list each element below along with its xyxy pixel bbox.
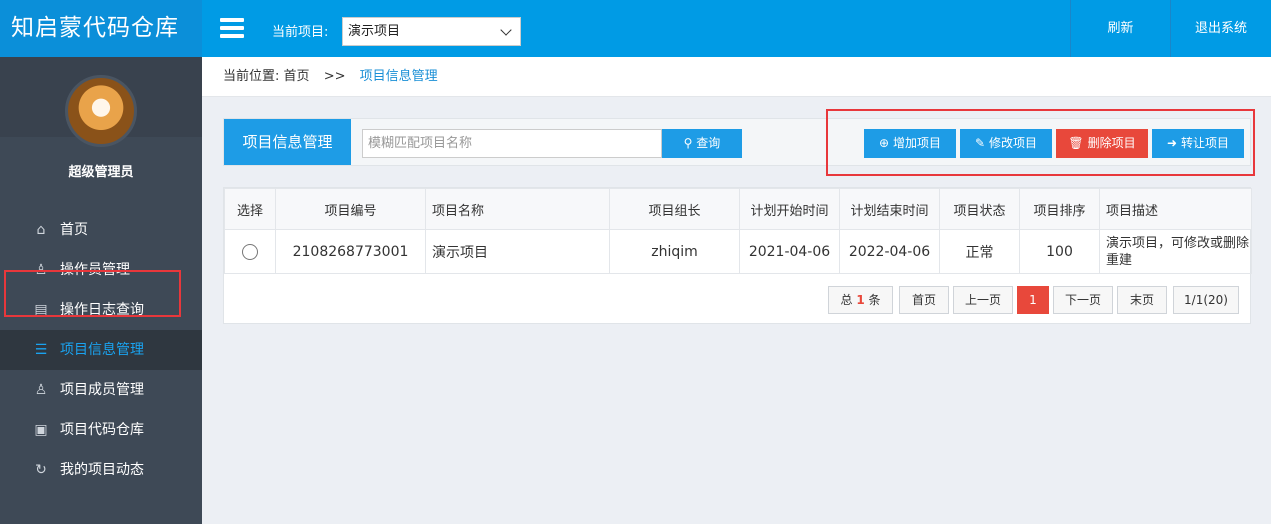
sidebar-item-home[interactable]: ⌂ 首页 <box>0 210 202 250</box>
highlight-outline <box>4 270 181 317</box>
sidebar-item-project-activity[interactable]: ↻ 我的项目动态 <box>0 450 202 490</box>
total-suffix: 条 <box>868 293 881 307</box>
breadcrumb-home[interactable]: 首页 <box>284 69 310 84</box>
column-header: 项目名称 <box>425 188 610 230</box>
column-header: 选择 <box>224 188 276 230</box>
search-icon: ⚲ <box>683 136 693 150</box>
total-count: 总 1 条 <box>828 286 893 314</box>
prev-page-button[interactable]: 上一页 <box>953 286 1013 314</box>
column-header: 计划开始时间 <box>739 188 840 230</box>
sidebar-item-label: 项目信息管理 <box>60 342 144 358</box>
status-cell: 正常 <box>939 229 1020 274</box>
project-select-value: 演示项目 <box>348 24 401 39</box>
search-button-label: 查询 <box>696 136 721 150</box>
sidebar-item-label: 首页 <box>60 222 88 238</box>
next-page-button[interactable]: 下一页 <box>1053 286 1113 314</box>
total-number: 1 <box>856 293 865 307</box>
project-id-cell: 2108268773001 <box>275 229 426 274</box>
first-page-button[interactable]: 首页 <box>899 286 949 314</box>
project-select[interactable]: 演示项目 <box>342 17 521 46</box>
select-cell <box>224 229 276 274</box>
order-cell: 100 <box>1019 229 1100 274</box>
description-cell: 演示项目，可修改或删除重建 <box>1099 229 1252 274</box>
breadcrumb: 当前位置: 首页 >> 项目信息管理 <box>202 57 1271 97</box>
breadcrumb-prefix: 当前位置: <box>223 69 280 84</box>
last-page-button[interactable]: 末页 <box>1117 286 1167 314</box>
column-header: 项目描述 <box>1099 188 1252 230</box>
briefcase-icon: ▣ <box>34 422 48 438</box>
panel-title: 项目信息管理 <box>224 119 351 165</box>
user-name: 超级管理员 <box>68 165 134 180</box>
sidebar-item-code-repo[interactable]: ▣ 项目代码仓库 <box>0 410 202 450</box>
sidebar-nav: ⌂ 首页 ♙ 操作员管理 ▤ 操作日志查询 ☰ 项目信息管理 ♙ 项目成员管理 ▣ 项目代码… <box>0 210 202 490</box>
top-header: 当前项目: 演示项目 刷新 退出系统 <box>202 0 1271 57</box>
avatar <box>65 75 137 147</box>
chevron-down-icon <box>500 24 512 36</box>
highlight-outline <box>826 109 1255 176</box>
app-title: 知启蒙代码仓库 <box>0 0 202 57</box>
column-header: 项目组长 <box>609 188 740 230</box>
end-date-cell: 2022-04-06 <box>839 229 940 274</box>
user-icon: ♙ <box>34 382 48 398</box>
total-prefix: 总 <box>840 293 853 307</box>
sidebar-item-label: 项目成员管理 <box>60 382 144 398</box>
column-header: 计划结束时间 <box>839 188 940 230</box>
list-icon: ☰ <box>34 342 48 358</box>
project-name-cell: 演示项目 <box>425 229 610 274</box>
breadcrumb-separator: >> <box>323 69 346 84</box>
sidebar-item-label: 我的项目动态 <box>60 462 144 478</box>
refresh-button[interactable]: 刷新 <box>1070 0 1170 57</box>
logout-button[interactable]: 退出系统 <box>1170 0 1271 57</box>
sidebar-item-project-info[interactable]: ☰ 项目信息管理 <box>0 330 202 370</box>
row-select-radio[interactable] <box>242 243 258 260</box>
table-header-row: 选择 项目编号 项目名称 项目组长 计划开始时间 计划结束时间 项目状态 项目排… <box>224 188 1252 230</box>
sidebar-item-label: 项目代码仓库 <box>60 422 144 438</box>
home-icon: ⌂ <box>36 222 46 238</box>
column-header: 项目排序 <box>1019 188 1100 230</box>
table-row[interactable]: 2108268773001 演示项目 zhiqim 2021-04-06 202… <box>224 229 1252 274</box>
page-info: 1/1(20) <box>1173 286 1239 314</box>
sidebar-item-project-members[interactable]: ♙ 项目成员管理 <box>0 370 202 410</box>
column-header: 项目状态 <box>939 188 1020 230</box>
current-page-button[interactable]: 1 <box>1017 286 1049 314</box>
start-date-cell: 2021-04-06 <box>739 229 840 274</box>
breadcrumb-current: 项目信息管理 <box>359 69 438 84</box>
search-input[interactable]: 模糊匹配项目名称 <box>362 129 662 158</box>
refresh-icon: ↻ <box>35 462 47 478</box>
project-leader-cell: zhiqim <box>609 229 740 274</box>
current-project-label: 当前项目: <box>272 25 329 40</box>
menu-toggle-icon[interactable] <box>220 18 244 38</box>
column-header: 项目编号 <box>275 188 426 230</box>
search-button[interactable]: ⚲ 查询 <box>662 129 742 158</box>
